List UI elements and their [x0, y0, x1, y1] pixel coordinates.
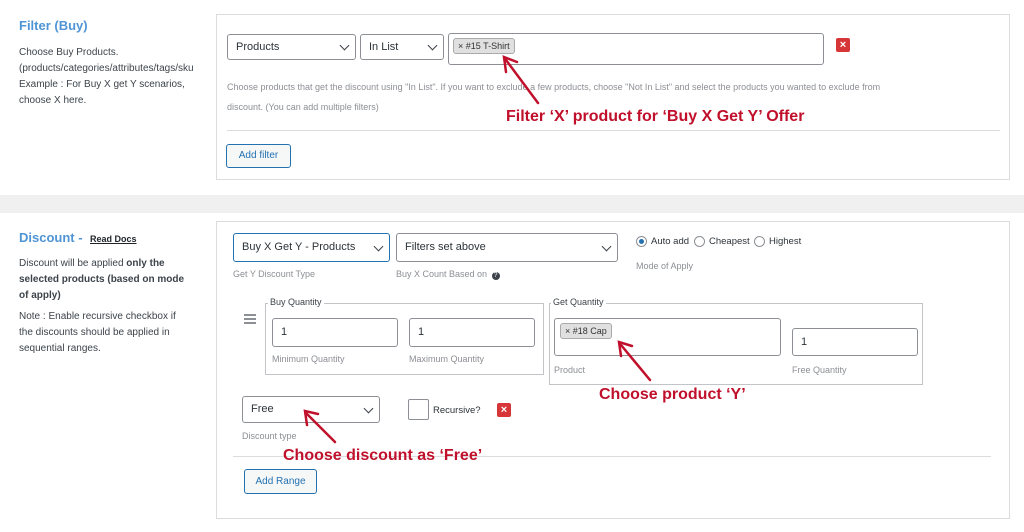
discount-kind-select[interactable]: Free	[242, 396, 380, 423]
filter-help-line: discount. (You can add multiple filters)	[227, 102, 379, 112]
discount-kind-value: Free	[251, 403, 274, 415]
discount-annotation: Choose discount as ‘Free’	[283, 447, 483, 464]
filter-desc-line: Choose Buy Products.	[19, 47, 119, 58]
chevron-down-icon	[427, 40, 438, 51]
drag-handle-bar	[244, 322, 256, 324]
discount-type-value: Buy X Get Y - Products	[242, 241, 356, 253]
discount-note-line: sequential ranges.	[19, 343, 101, 354]
add-range-button[interactable]: Add Range	[244, 469, 317, 494]
filter-products-field[interactable]: × #15 T-Shirt	[448, 33, 824, 65]
count-based-text: Buy X Count Based on	[396, 269, 488, 279]
mode-highest-label: Highest	[769, 236, 802, 247]
discount-desc-line: Discount will be applied only the	[19, 256, 215, 272]
get-product-field[interactable]: × #18 Cap	[554, 318, 781, 356]
help-icon: ?	[491, 272, 500, 280]
discount-description: Discount will be applied only the select…	[19, 256, 215, 357]
mode-cheapest-label: Cheapest	[709, 236, 750, 247]
drag-handle-icon[interactable]	[244, 314, 256, 324]
min-quantity-label: Minimum Quantity	[272, 354, 345, 364]
max-quantity-label: Maximum Quantity	[409, 354, 485, 364]
filter-description: Choose Buy Products. (products/categorie…	[19, 45, 215, 109]
chevron-down-icon	[601, 241, 612, 252]
remove-range-button[interactable]: ×	[497, 403, 511, 417]
mode-auto-add-radio[interactable]	[636, 236, 647, 247]
recursive-label: Recursive?	[433, 405, 481, 416]
max-quantity-input[interactable]: 1	[409, 318, 535, 347]
discount-heading: Discount - Read Docs	[19, 229, 137, 247]
product-annotation: Choose product ‘Y’	[599, 386, 746, 403]
discount-desc-line: of apply)	[19, 290, 61, 301]
mode-of-apply-label: Mode of Apply	[636, 261, 694, 271]
discount-title: Discount -	[19, 230, 83, 245]
filter-method-select[interactable]: In List	[360, 34, 444, 60]
chevron-down-icon	[373, 241, 384, 252]
filter-annotation: Filter ‘X’ product for ‘Buy X Get Y’ Off…	[506, 108, 805, 125]
remove-filter-button[interactable]: ×	[836, 38, 850, 52]
filter-desc-line: choose X here.	[19, 95, 87, 106]
free-quantity-input[interactable]: 1	[792, 328, 918, 356]
discount-desc-line: selected products (based on mode	[19, 274, 185, 285]
filter-help-line: Choose products that get the discount us…	[227, 82, 881, 92]
discount-note-line: the discounts should be applied in	[19, 327, 170, 338]
count-based-value: Filters set above	[405, 241, 486, 253]
min-quantity-input[interactable]: 1	[272, 318, 398, 347]
discount-type-label: Get Y Discount Type	[233, 269, 316, 279]
discount-kind-label: Discount type	[242, 431, 297, 441]
chevron-down-icon	[363, 403, 374, 414]
discount-note-line: Note : Enable recursive checkbox if	[19, 311, 176, 322]
filter-desc-line: Example : For Buy X get Y scenarios,	[19, 79, 185, 90]
filter-title: Filter (Buy)	[19, 18, 88, 33]
read-docs-link[interactable]: Read Docs	[90, 234, 137, 244]
filter-type-select[interactable]: Products	[227, 34, 356, 60]
get-product-tag[interactable]: × #18 Cap	[560, 323, 612, 339]
filter-method-value: In List	[369, 41, 399, 53]
divider	[227, 130, 1000, 131]
mode-cheapest-radio[interactable]	[694, 236, 705, 247]
discount-type-select[interactable]: Buy X Get Y - Products	[233, 233, 390, 262]
get-quantity-legend: Get Quantity	[551, 297, 606, 307]
selected-product-tag[interactable]: × #15 T-Shirt	[453, 38, 515, 54]
mode-highest-radio[interactable]	[754, 236, 765, 247]
discount-desc-text: Discount will be applied	[19, 258, 127, 269]
drag-handle-bar	[244, 318, 256, 320]
filter-type-value: Products	[236, 41, 280, 53]
free-quantity-label: Free Quantity	[792, 365, 847, 375]
filter-desc-line: (products/categories/attributes/tags/sku	[19, 63, 194, 74]
chevron-down-icon	[339, 40, 350, 51]
add-filter-button[interactable]: Add filter	[226, 144, 291, 168]
mode-auto-add-label: Auto add	[651, 236, 690, 247]
buy-quantity-legend: Buy Quantity	[268, 297, 324, 307]
discount-desc-bold: only the	[126, 258, 165, 269]
get-product-label: Product	[554, 365, 586, 375]
drag-handle-bar	[244, 314, 256, 316]
count-based-label: Buy X Count Based on ?	[396, 269, 500, 280]
recursive-checkbox[interactable]	[408, 399, 429, 420]
count-based-select[interactable]: Filters set above	[396, 233, 618, 262]
